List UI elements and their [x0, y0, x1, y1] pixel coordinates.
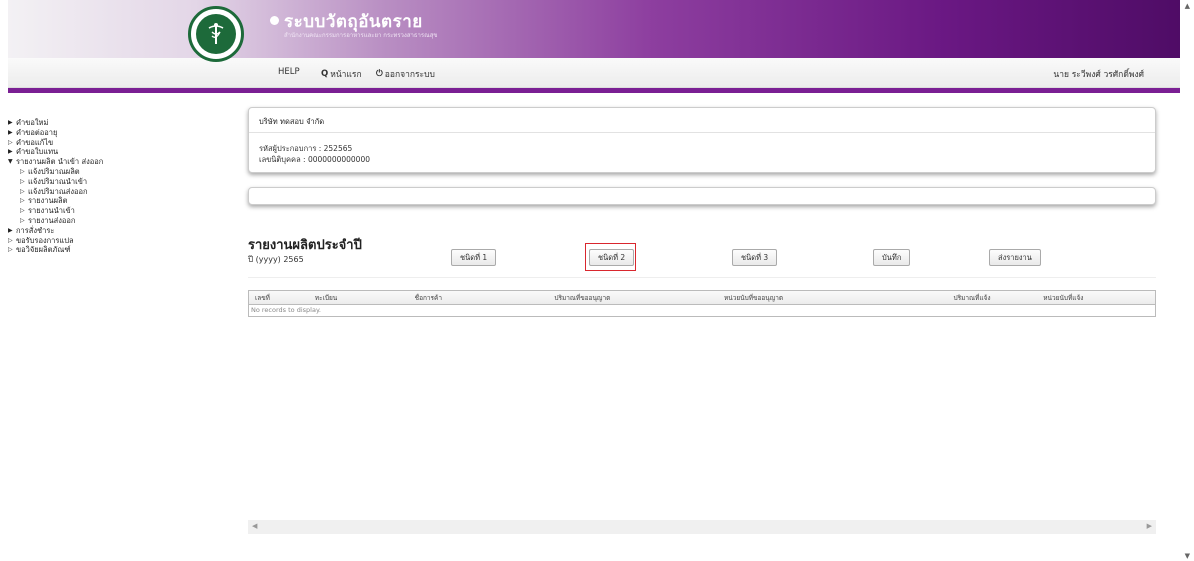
report-title: รายงานผลิตประจำปี — [248, 238, 362, 253]
nav-logout-label: ออกจากระบบ — [384, 70, 435, 80]
sidebar-item-label: รายงานส่งออก — [28, 215, 76, 225]
sidebar-item-label: คำขอใบแทน — [16, 147, 59, 157]
scroll-down-arrow-icon[interactable]: ▼ — [1185, 552, 1190, 560]
card-divider — [249, 132, 1155, 133]
title-bullet-icon — [270, 16, 279, 25]
sidebar-item[interactable]: ▷ รายงานส่งออก — [8, 216, 228, 226]
sidebar-arrow-icon: ▷ — [20, 177, 25, 185]
sidebar-item[interactable]: ▶ คำขอต่ออายุ — [8, 128, 228, 138]
table-column-header[interactable]: ทะเบียน — [309, 291, 409, 304]
sidebar-arrow-icon: ▶ — [8, 148, 13, 156]
user-name: นาย ระวีพงศ์ วรศักดิ์พงศ์ — [1053, 70, 1144, 80]
sidebar-arrow-icon: ▷ — [20, 207, 25, 215]
company-name: บริษัท ทดสอบ จำกัด — [259, 117, 325, 126]
table-column-header[interactable]: เลขที่ — [249, 291, 309, 304]
type3-button[interactable]: ชนิดที่ 3 — [732, 249, 778, 266]
table-header: เลขที่ ทะเบียน ชื่อการค้า ปริมาณที่ขออนุญาต… — [249, 291, 1155, 305]
table-column-header[interactable]: ปริมาณที่แจ้ง — [947, 291, 1037, 304]
sidebar-arrow-icon: ▷ — [20, 216, 25, 224]
header-divider — [8, 88, 1180, 93]
scroll-up-arrow-icon[interactable]: ▲ — [1185, 2, 1190, 10]
table-column-header[interactable]: ปริมาณที่ขออนุญาต — [548, 291, 718, 304]
sidebar-arrow-icon: ▷ — [8, 138, 13, 146]
sidebar-item-label: รายงานนำเข้า — [28, 206, 75, 216]
sidebar-item-label: แจ้งปริมาณส่งออก — [28, 186, 88, 196]
sidebar-item-label: รายงานผลิต — [28, 196, 68, 206]
nav-home-label: หน้าแรก — [330, 70, 362, 80]
section-divider — [248, 277, 1156, 278]
table-empty-message: No records to display. — [251, 306, 321, 314]
sidebar-item-label: แจ้งปริมาณผลิต — [28, 166, 80, 176]
sidebar-item-label: ขอวิจัยผลิตภัณฑ์ — [16, 245, 71, 255]
sidebar-menu: ▶ คำขอใหม่ ▶ คำขอต่ออายุ ▷ คำขอแก้ไข ▶ คำขอใบแท… — [8, 118, 228, 255]
empty-card — [248, 187, 1156, 205]
sidebar-item[interactable]: ▷ แจ้งปริมาณผลิต — [8, 167, 228, 177]
report-table: เลขที่ ทะเบียน ชื่อการค้า ปริมาณที่ขออนุญาต… — [248, 290, 1156, 317]
sidebar-arrow-icon: ▶ — [8, 128, 13, 136]
type1-button[interactable]: ชนิดที่ 1 — [451, 249, 497, 266]
sidebar-item-label: คำขอใหม่ — [16, 118, 49, 127]
sidebar-arrow-icon: ▼ — [8, 158, 13, 166]
sidebar-item[interactable]: ▷ รายงานผลิต — [8, 196, 228, 206]
sidebar-arrow-icon: ▶ — [8, 119, 13, 126]
power-icon: ⏻ — [376, 69, 383, 79]
table-column-header[interactable]: หน่วยนับที่ขออนุญาต — [718, 291, 947, 304]
send-report-button[interactable]: ส่งรายงาน — [989, 249, 1041, 266]
juristic-id: เลขนิติบุคคล : 0000000000000 — [259, 155, 371, 164]
sidebar-item[interactable]: ▷ ขอรับรองการแปล — [8, 236, 228, 246]
sidebar-item[interactable]: ▷ แจ้งปริมาณนำเข้า — [8, 177, 228, 187]
horizontal-scrollbar[interactable]: ◀ ▶ — [248, 520, 1156, 534]
sidebar-arrow-icon: ▶ — [8, 226, 13, 234]
sidebar-item-label: ขอรับรองการแปล — [16, 235, 74, 245]
type2-highlight-box — [585, 243, 636, 271]
app-frame: ระบบวัตถุอันตราย สำนักงานคณะกรรมการอาหาร… — [0, 0, 1194, 561]
sidebar-item-label: การสั่งชำระ — [16, 225, 55, 235]
report-year: ปี (yyyy) 2565 — [248, 255, 304, 264]
sidebar-arrow-icon: ▷ — [20, 167, 25, 175]
ministry-logo — [188, 6, 244, 62]
nav-help-label: HELP — [278, 67, 300, 77]
sidebar-arrow-icon: ▷ — [20, 197, 25, 205]
app-subtitle: สำนักงานคณะกรรมการอาหารและยา กระทรวงสาธา… — [284, 32, 438, 39]
sidebar-item[interactable]: ▶ การสั่งชำระ — [8, 226, 228, 236]
sidebar-item[interactable]: ▼ รายงานผลิต นำเข้า ส่งออก — [8, 157, 228, 167]
sidebar-item[interactable]: ▷ ขอวิจัยผลิตภัณฑ์ — [8, 245, 228, 255]
sidebar-item[interactable]: ▷ แจ้งปริมาณส่งออก — [8, 187, 228, 197]
scroll-left-icon[interactable]: ◀ — [252, 522, 257, 530]
sidebar-arrow-icon: ▷ — [8, 236, 13, 244]
sidebar-item-label: รายงานผลิต นำเข้า ส่งออก — [16, 157, 104, 167]
sidebar-arrow-icon: ▷ — [8, 246, 13, 254]
sidebar-item-label: แจ้งปริมาณนำเข้า — [28, 176, 88, 186]
scroll-right-icon[interactable]: ▶ — [1147, 522, 1152, 530]
search-icon: Q — [321, 69, 329, 79]
sidebar-item[interactable]: ▷ คำขอแก้ไข — [8, 138, 228, 148]
top-nav-bar: HELP Q หน้าแรก ⏻ ออกจากระบบ นาย ระวีพงศ์… — [8, 58, 1180, 88]
sidebar-item-label: คำขอแก้ไข — [16, 137, 54, 147]
sidebar-item[interactable]: ▷ รายงานนำเข้า — [8, 206, 228, 216]
header-banner — [8, 0, 1180, 58]
table-column-header[interactable]: หน่วยนับที่แจ้ง — [1037, 291, 1155, 304]
nav-help-link[interactable]: HELP — [278, 67, 300, 77]
nav-home-link[interactable]: Q หน้าแรก — [321, 67, 362, 81]
save-button[interactable]: บันทึก — [873, 249, 911, 266]
sidebar-arrow-icon: ▷ — [20, 187, 25, 195]
sidebar-item[interactable]: ▶ คำขอใบแทน — [8, 147, 228, 157]
table-column-header[interactable]: ชื่อการค้า — [409, 291, 549, 304]
nav-logout-link[interactable]: ⏻ ออกจากระบบ — [376, 67, 435, 81]
caduceus-icon — [208, 23, 224, 44]
sidebar-item[interactable]: ▶ คำขอใหม่ — [8, 118, 228, 128]
company-info-card: บริษัท ทดสอบ จำกัด รหัสผู้ประกอบการ : 25… — [248, 107, 1156, 173]
sidebar-item-label: คำขอต่ออายุ — [16, 127, 58, 137]
